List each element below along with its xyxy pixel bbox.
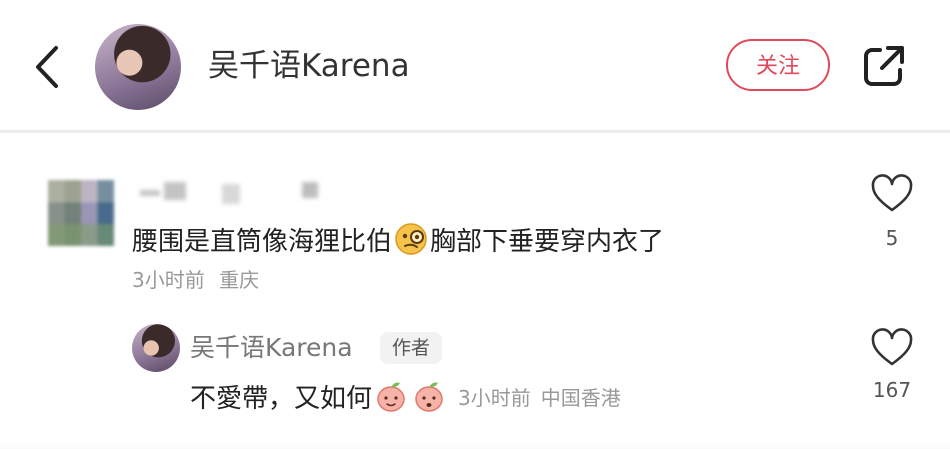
monocle-face-icon (395, 223, 427, 255)
reply-avatar[interactable] (132, 324, 180, 372)
header-username[interactable]: 吴千语Karena (208, 44, 410, 88)
author-badge: 作者 (380, 332, 443, 364)
follow-button[interactable]: 关注 (726, 39, 830, 91)
comment-meta: 3小时前 重庆 (132, 266, 259, 294)
reply-time: 3小时前 (458, 386, 531, 410)
commenter-name-blurred (140, 180, 320, 206)
like-count: 167 (872, 378, 912, 402)
commenter-avatar[interactable] (48, 180, 114, 246)
reply-username[interactable]: 吴千语Karena (190, 330, 353, 366)
comment-text-part1: 腰围是直筒像海狸比伯 (132, 227, 393, 257)
back-icon[interactable] (28, 40, 68, 94)
comment-text: 腰围是直筒像海狸比伯 胸部下垂要穿内衣了 (132, 222, 664, 261)
comment-time: 3小时前 (132, 268, 205, 292)
comment-location: 重庆 (219, 268, 260, 292)
like-count: 5 (885, 226, 899, 250)
reply-text-content: 不愛帶，又如何 (190, 384, 373, 414)
avatar[interactable] (95, 24, 181, 110)
bottom-edge (0, 440, 950, 449)
comment-text-part2: 胸部下垂要穿内衣了 (430, 227, 665, 257)
header-divider (0, 130, 950, 133)
peach-emoji-icon (377, 382, 405, 412)
heart-icon[interactable] (870, 328, 914, 368)
share-icon[interactable] (860, 42, 908, 90)
heart-icon[interactable] (870, 174, 914, 214)
reply-location: 中国香港 (540, 386, 621, 410)
reply-text: 不愛帶，又如何 3小时前 中国香港 (190, 378, 621, 419)
peach-emoji-icon (415, 382, 443, 412)
